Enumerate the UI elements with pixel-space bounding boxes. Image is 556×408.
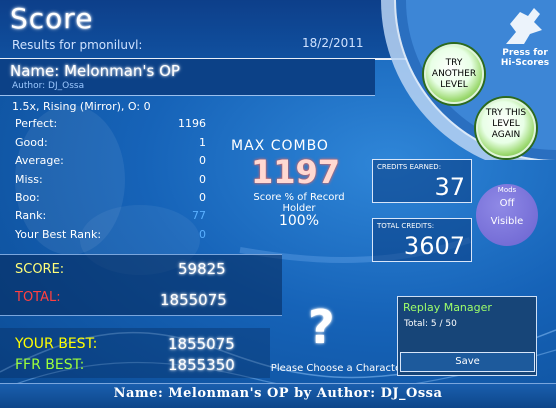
page-title: Score	[10, 2, 94, 35]
stat-average-value: 0	[199, 154, 206, 167]
try-another-level-label: TRY ANOTHER LEVEL	[431, 58, 477, 90]
try-level-again-label: TRY THIS LEVEL AGAIN	[485, 108, 527, 140]
results-for-label: Results for pmoniluvl:	[12, 38, 143, 52]
score-label: SCORE:	[15, 262, 65, 277]
stat-rank-label: Rank:	[15, 209, 47, 222]
mods-bubble-title: Mods	[497, 186, 517, 194]
total-credits-label: TOTAL CREDITS:	[377, 222, 435, 230]
footer-song-info: Name: Melonman's OP by Author: DJ_Ossa	[113, 386, 443, 401]
credits-earned-value: 37	[434, 173, 465, 201]
song-author: Author: DJ_Ossa	[12, 81, 85, 91]
your-best-value: 1855075	[168, 335, 235, 353]
stat-perfect-value: 1196	[178, 117, 206, 130]
ffr-best-label: FFR BEST:	[15, 357, 85, 373]
credits-earned-label: CREDITS EARNED:	[377, 163, 442, 171]
total-credits-value: 3607	[403, 232, 465, 260]
total-label: TOTAL:	[15, 290, 61, 305]
stat-best-rank-value: 0	[199, 228, 206, 241]
stat-rank-value: 77	[192, 209, 206, 222]
replay-total: Total: 5 / 50	[404, 319, 457, 329]
hiscores-button-label[interactable]: Press for Hi-Scores	[494, 48, 556, 68]
character-select-prompt: Please Choose a Character	[270, 363, 406, 374]
replay-manager-title: Replay Manager	[403, 301, 492, 314]
max-combo-value: 1197	[251, 153, 341, 191]
date-label: 18/2/2011	[302, 36, 364, 50]
stat-miss-value: 0	[199, 173, 206, 186]
character-select-button[interactable]: ?	[308, 300, 335, 354]
score-screen: Score Results for pmoniluvl: 18/2/2011 P…	[0, 0, 556, 408]
your-best-label: YOUR BEST:	[15, 336, 98, 352]
save-replay-button[interactable]: Save	[400, 352, 535, 372]
song-name: Name: Melonman's OP	[10, 62, 180, 80]
stat-boo-value: 0	[199, 191, 206, 204]
credits-earned-box: CREDITS EARNED: 37	[372, 159, 472, 203]
stat-perfect-label: Perfect:	[15, 117, 58, 130]
song-mods: 1.5x, Rising (Mirror), O: 0	[12, 100, 151, 113]
try-level-again-button[interactable]: TRY THIS LEVEL AGAIN	[476, 98, 536, 158]
max-combo-label: MAX COMBO	[231, 138, 329, 154]
try-another-level-button[interactable]: TRY ANOTHER LEVEL	[424, 44, 484, 104]
mods-bubble-line1: Off	[499, 198, 515, 209]
stat-good-label: Good:	[15, 136, 48, 149]
hiscore-icon[interactable]	[500, 4, 546, 48]
mods-bubble-line2: Visible	[490, 216, 524, 227]
score-percent-value: 100%	[278, 213, 320, 229]
total-value: 1855075	[160, 291, 227, 309]
score-percent-label: Score % of Record Holder	[253, 192, 345, 214]
stat-best-rank-label: Your Best Rank:	[15, 228, 102, 241]
stat-average-label: Average:	[15, 154, 64, 167]
score-value: 59825	[178, 260, 226, 278]
stat-good-value: 1	[199, 136, 206, 149]
ffr-best-value: 1855350	[168, 356, 235, 374]
stat-boo-label: Boo:	[15, 191, 40, 204]
total-credits-box: TOTAL CREDITS: 3607	[372, 218, 472, 262]
stat-miss-label: Miss:	[15, 173, 43, 186]
